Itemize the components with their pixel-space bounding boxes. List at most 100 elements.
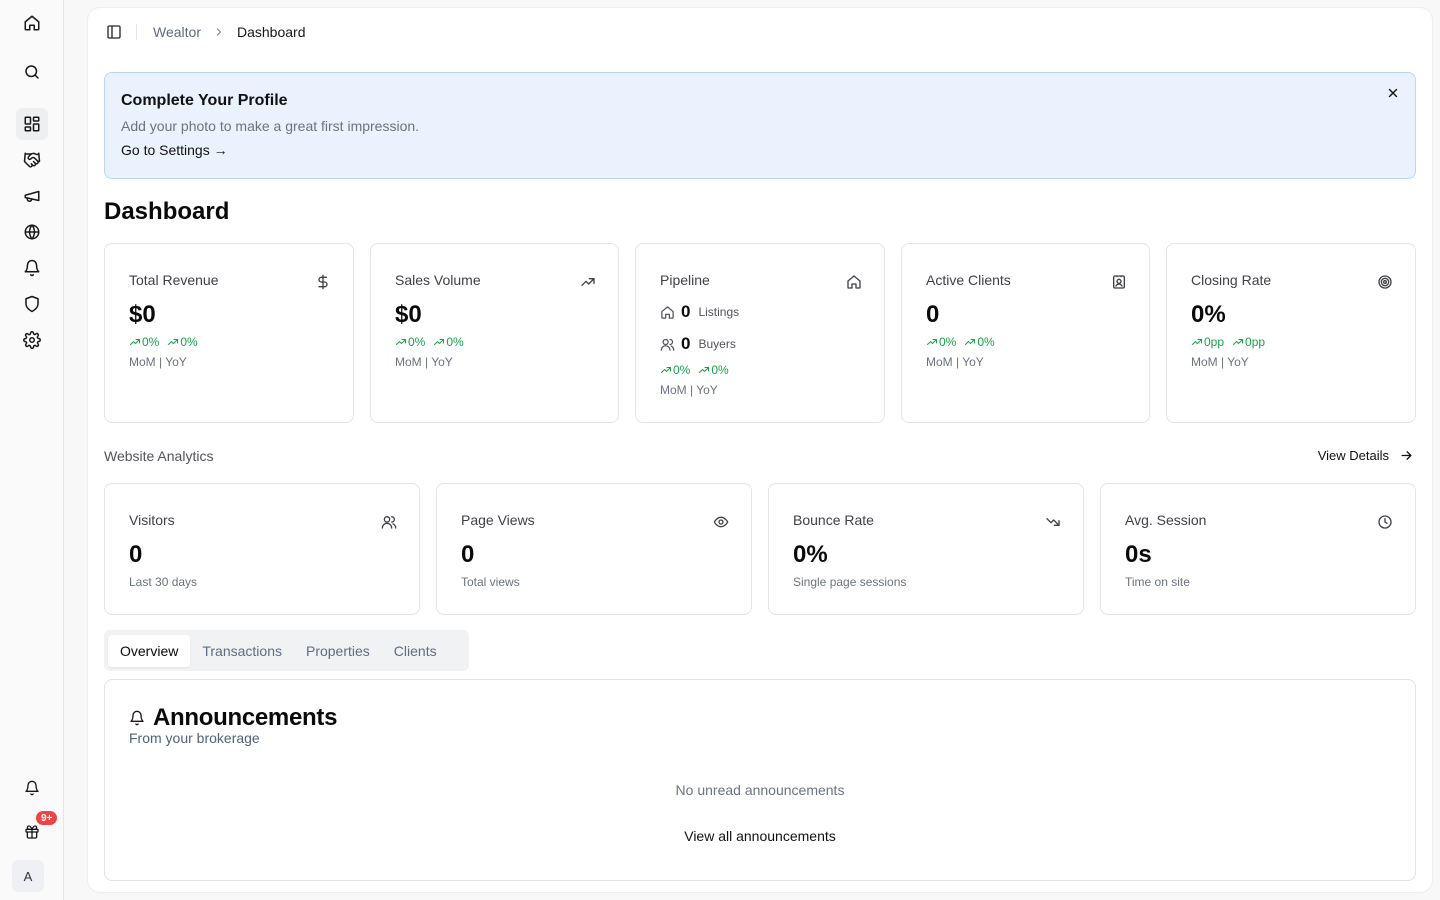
- website-analytics-heading: Website Analytics: [104, 448, 214, 464]
- home-icon: [846, 274, 862, 290]
- breadcrumb-current: Dashboard: [236, 24, 306, 40]
- search-icon: [23, 63, 41, 81]
- metric-trend: 0pp 0pp: [1191, 335, 1265, 349]
- home-icon: [660, 305, 675, 320]
- analytics-caption: Single page sessions: [793, 575, 907, 589]
- yoy-value: 0%: [711, 363, 729, 377]
- announcements-title: Announcements: [153, 704, 338, 731]
- tab-properties[interactable]: Properties: [294, 635, 382, 667]
- metric-card-total-revenue[interactable]: Total Revenue $0 0% 0% MoM | YoY: [104, 243, 354, 423]
- home-nav-button[interactable]: [16, 7, 48, 39]
- metric-card-closing-rate[interactable]: Closing Rate 0% 0pp 0pp MoM | YoY: [1166, 243, 1416, 423]
- mom-change: 0%: [660, 363, 690, 377]
- megaphone-icon: [23, 187, 41, 205]
- buyers-label: Buyers: [698, 337, 736, 351]
- tab-transactions[interactable]: Transactions: [190, 635, 294, 667]
- settings-nav-button[interactable]: [16, 324, 48, 356]
- notification-count-badge: 9+: [34, 809, 60, 827]
- trending-up-icon: [434, 339, 445, 345]
- trend-caption: MoM | YoY: [660, 383, 718, 397]
- bell-icon: [24, 780, 40, 796]
- analytics-caption: Time on site: [1125, 575, 1190, 589]
- tab-clients[interactable]: Clients: [382, 635, 449, 667]
- gear-icon: [23, 331, 41, 349]
- yoy-value: 0pp: [1245, 335, 1266, 349]
- analytics-value: 0: [129, 541, 143, 568]
- bell-icon: [129, 710, 145, 726]
- dashboard-nav-button[interactable]: [16, 108, 48, 140]
- analytics-value: 0s: [1125, 541, 1152, 568]
- deals-nav-button[interactable]: [16, 144, 48, 176]
- mom-value: 0%: [939, 335, 957, 349]
- mom-change: 0%: [926, 335, 956, 349]
- yoy-change: 0%: [964, 335, 995, 349]
- avatar[interactable]: A: [12, 860, 44, 892]
- analytics-card-avg-session[interactable]: Avg. Session 0s Time on site: [1100, 483, 1416, 615]
- trending-up-icon: [580, 274, 596, 290]
- metric-trend: 0% 0%: [660, 363, 729, 377]
- go-to-settings-link[interactable]: Go to Settings →: [121, 142, 228, 158]
- users-icon: [381, 514, 397, 530]
- announcements-subtitle: From your brokerage: [129, 730, 260, 746]
- shield-icon: [23, 295, 41, 313]
- trend-caption: MoM | YoY: [1191, 355, 1249, 369]
- mom-value: 0%: [408, 335, 426, 349]
- dashboard-icon: [23, 115, 41, 133]
- trending-up-icon: [699, 367, 710, 373]
- view-details-link[interactable]: View Details: [1318, 448, 1414, 463]
- security-nav-button[interactable]: [16, 288, 48, 320]
- mom-value: 0%: [673, 363, 691, 377]
- analytics-label: Visitors: [129, 512, 175, 528]
- metric-value: $0: [395, 301, 422, 328]
- analytics-value: 0: [461, 541, 475, 568]
- eye-icon: [713, 514, 729, 530]
- metric-trend: 0% 0%: [395, 335, 464, 349]
- tab-overview[interactable]: Overview: [108, 634, 191, 667]
- trend-caption: MoM | YoY: [129, 355, 187, 369]
- target-icon: [1377, 274, 1393, 290]
- trending-up-icon: [396, 339, 406, 345]
- notifications-nav-button[interactable]: [16, 252, 48, 284]
- metric-label: Total Revenue: [129, 272, 219, 288]
- trending-up-icon: [168, 339, 179, 345]
- main-panel: Wealtor Dashboard Complete Your Profile …: [88, 8, 1432, 892]
- banner-subtitle: Add your photo to make a great first imp…: [121, 118, 420, 134]
- rail-notifications-button[interactable]: [16, 772, 48, 804]
- page-title: Dashboard: [104, 198, 230, 225]
- metric-card-pipeline[interactable]: Pipeline 0 Listings 0 Buyers 0% 0% MoM |…: [635, 243, 885, 423]
- clock-icon: [1377, 514, 1393, 530]
- dollar-icon: [315, 274, 331, 290]
- view-all-announcements-link[interactable]: View all announcements: [684, 828, 836, 844]
- banner-close-button[interactable]: [1385, 85, 1401, 101]
- listings-label: Listings: [698, 305, 740, 319]
- analytics-card-visitors[interactable]: Visitors 0 Last 30 days: [104, 483, 420, 615]
- view-details-label: View Details: [1317, 448, 1389, 463]
- analytics-card-page-views[interactable]: Page Views 0 Total views: [436, 483, 752, 615]
- metric-card-active-clients[interactable]: Active Clients 0 0% 0% MoM | YoY: [901, 243, 1150, 423]
- website-nav-button[interactable]: [16, 216, 48, 248]
- yoy-change: 0%: [698, 363, 729, 377]
- mom-value: 0%: [142, 335, 160, 349]
- metric-value: 0: [926, 301, 940, 328]
- trending-up-icon: [965, 339, 976, 345]
- analytics-card-bounce-rate[interactable]: Bounce Rate 0% Single page sessions: [768, 483, 1084, 615]
- metric-card-sales-volume[interactable]: Sales Volume $0 0% 0% MoM | YoY: [370, 243, 619, 423]
- search-nav-button[interactable]: [16, 56, 48, 88]
- analytics-label: Bounce Rate: [793, 512, 874, 528]
- gift-icon: [24, 824, 40, 840]
- metric-label: Closing Rate: [1191, 272, 1272, 288]
- breadcrumb-root-link[interactable]: Wealtor: [153, 24, 201, 40]
- sidebar-toggle-button[interactable]: [104, 22, 124, 42]
- bell-icon: [23, 259, 41, 277]
- trending-down-icon: [1045, 514, 1061, 530]
- sidebar-rail: 9+ A: [0, 0, 64, 900]
- trending-up-icon: [1233, 339, 1244, 345]
- arrow-right-icon: [1399, 448, 1414, 463]
- contact-icon: [1111, 274, 1127, 290]
- marketing-nav-button[interactable]: [16, 180, 48, 212]
- panel-left-icon: [106, 24, 122, 40]
- buyers-count: 0: [681, 334, 691, 353]
- pipeline-buyers: 0 Buyers: [660, 334, 736, 354]
- metric-value: $0: [129, 301, 156, 328]
- metric-label: Active Clients: [926, 272, 1011, 288]
